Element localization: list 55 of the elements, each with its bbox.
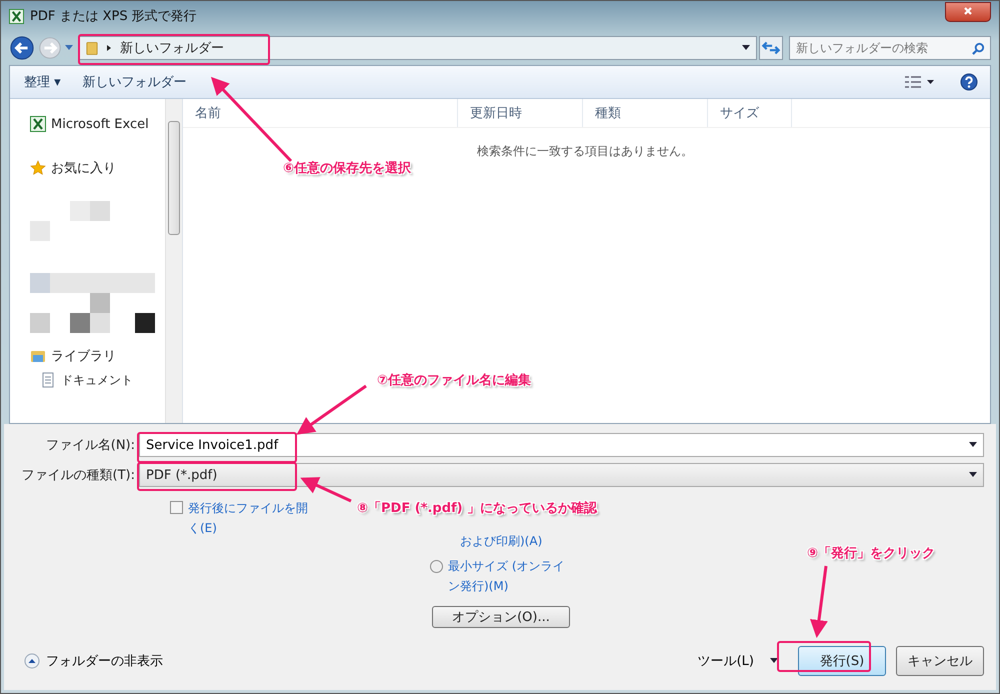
tools-menu[interactable]: ツール(L)	[692, 651, 760, 671]
annotation-text: ⑥任意の保存先を選択	[283, 160, 412, 177]
address-bar[interactable]: 新しいフォルダー	[79, 36, 757, 60]
folder-icon	[86, 40, 98, 56]
annotation-arrow	[300, 477, 352, 502]
library-icon	[30, 348, 46, 364]
radio-button[interactable]	[430, 560, 443, 573]
dropdown-arrow-icon	[969, 472, 977, 478]
checkbox[interactable]	[170, 501, 183, 514]
chevron-icon[interactable]	[106, 44, 112, 52]
refresh-icon[interactable]	[759, 36, 783, 60]
checkbox-label[interactable]: 発行後にファイルを開く(E)	[188, 498, 318, 538]
excel-icon	[30, 116, 46, 132]
file-type-dropdown[interactable]: PDF (*.pdf)	[139, 463, 984, 487]
column-header[interactable]: 種類	[583, 99, 708, 127]
address-path: 新しいフォルダー	[120, 40, 224, 57]
search-icon	[972, 42, 985, 54]
radio-label[interactable]: 最小サイズ (オンライン発行)(M)	[448, 556, 573, 596]
dropdown-arrow-icon	[969, 442, 977, 448]
file-type-label: ファイルの種類(T):	[20, 467, 135, 484]
collapse-icon	[24, 653, 40, 669]
radio-label[interactable]: および印刷)(A)	[430, 532, 590, 550]
publish-button[interactable]: 発行(S)	[798, 646, 886, 676]
scrollbar[interactable]	[165, 99, 182, 423]
dropdown-arrow-icon[interactable]	[770, 658, 778, 664]
sidebar-item[interactable]: お気に入り	[10, 157, 165, 179]
organize-menu[interactable]: 整理 ▾	[18, 71, 67, 93]
help-icon[interactable]	[960, 73, 978, 91]
sidebar-item[interactable]: Microsoft Excel	[10, 113, 165, 135]
annotation-text: ⑧「PDF (*.pdf) 」になっているか確認	[357, 500, 598, 517]
view-options-icon[interactable]	[904, 75, 934, 89]
sidebar-item[interactable]: ドキュメント	[10, 371, 165, 389]
column-header[interactable]: 更新日時	[458, 99, 583, 127]
annotation-arrow	[296, 384, 367, 435]
annotation-text: ⑦任意のファイル名に編集	[377, 372, 532, 389]
filename-label: ファイル名(N):	[44, 437, 135, 454]
cancel-button[interactable]: キャンセル	[896, 646, 984, 676]
column-header[interactable]: サイズ	[708, 99, 792, 127]
back-icon[interactable]	[9, 35, 35, 61]
hide-folders-button[interactable]: フォルダーの非表示	[12, 652, 163, 670]
filename-field[interactable]: Service Invoice1.pdf	[139, 433, 984, 457]
column-header[interactable]: 名前	[183, 99, 458, 127]
close-icon	[963, 6, 973, 16]
star-icon	[30, 160, 46, 176]
excel-icon	[9, 8, 24, 24]
document-icon	[40, 372, 56, 388]
options-button[interactable]: オプション(O)...	[432, 606, 570, 628]
window-title: PDF または XPS 形式で発行	[30, 8, 197, 25]
search-field[interactable]: 新しいフォルダーの検索	[789, 36, 991, 60]
new-folder-button[interactable]: 新しいフォルダー	[76, 71, 193, 93]
empty-message: 検索条件に一致する項目はありません。	[476, 143, 694, 160]
dropdown-arrow-icon[interactable]	[742, 45, 750, 51]
close-button[interactable]	[945, 2, 991, 22]
annotation-text: ⑨「発行」をクリック	[807, 545, 936, 562]
sidebar-item[interactable]: ライブラリ	[10, 345, 165, 367]
